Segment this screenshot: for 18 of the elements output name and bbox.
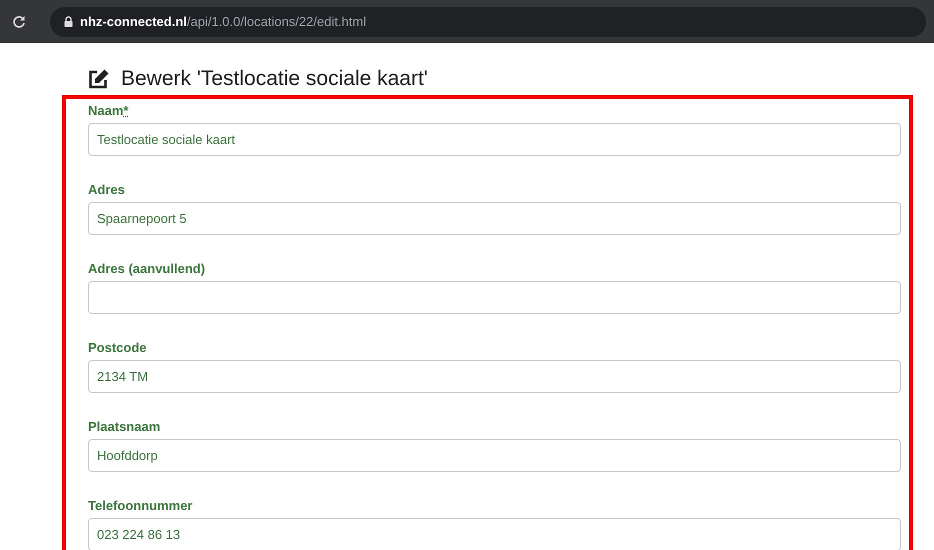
text-field[interactable]: 2134 TM xyxy=(88,360,901,393)
field-label: Adres xyxy=(88,182,125,197)
text-field[interactable]: Spaarnepoort 5 xyxy=(88,202,901,235)
field-label: Plaatsnaam xyxy=(88,419,160,434)
field-label: Postcode xyxy=(88,340,147,355)
page-title: Bewerk 'Testlocatie sociale kaart' xyxy=(121,67,428,91)
text-field[interactable]: 023 224 86 13 xyxy=(88,518,901,550)
text-field[interactable]: Hoofddorp xyxy=(88,439,901,472)
field-label: Naam* xyxy=(88,103,128,118)
text-field[interactable] xyxy=(88,281,901,314)
reload-icon[interactable] xyxy=(12,14,26,28)
lock-icon xyxy=(64,16,73,27)
text-field[interactable]: Testlocatie sociale kaart xyxy=(88,123,901,156)
field-label: Telefoonnummer xyxy=(88,498,192,513)
url-text: nhz-connected.nl/api/1.0.0/locations/22/edit.html xyxy=(80,14,366,29)
field-label: Adres (aanvullend) xyxy=(88,261,206,276)
edit-icon xyxy=(88,69,109,89)
address-bar[interactable]: nhz-connected.nl/api/1.0.0/locations/22/edit.html xyxy=(50,6,926,36)
